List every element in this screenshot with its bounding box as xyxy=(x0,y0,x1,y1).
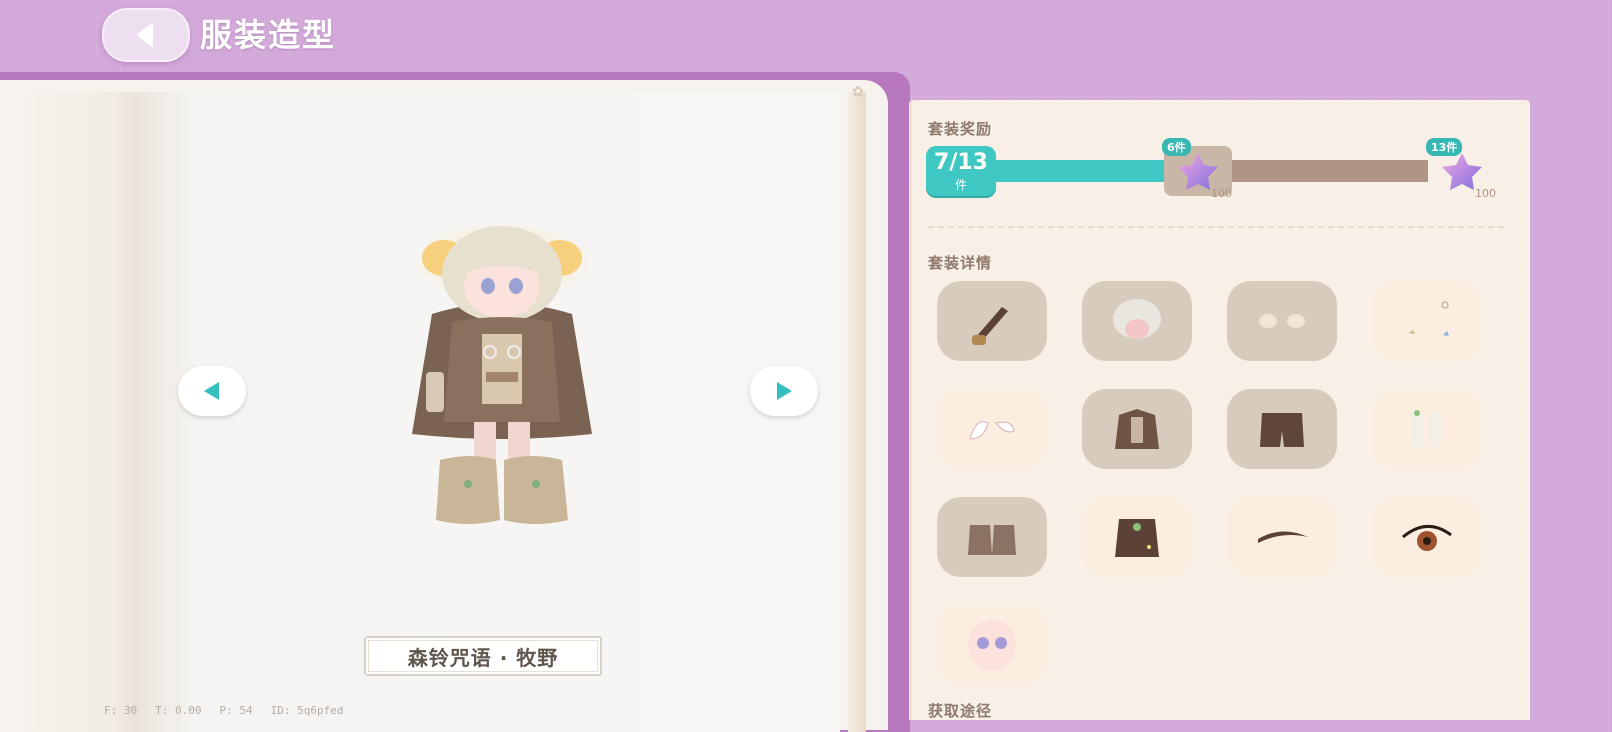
details-section-title: 套装详情 xyxy=(928,254,993,272)
shorts-icon xyxy=(1260,413,1304,447)
face-icon xyxy=(968,619,1016,671)
reward-tier-label: 6件 xyxy=(1162,138,1191,156)
item-coat[interactable] xyxy=(1082,389,1192,469)
reward-tier-label: 13件 xyxy=(1426,138,1463,156)
purple-star-icon xyxy=(1442,153,1482,190)
section-divider xyxy=(928,226,1504,228)
debug-ping: P: 54 xyxy=(219,704,253,717)
item-hair[interactable] xyxy=(1082,281,1192,361)
debug-id: ID: 5q6pfed xyxy=(270,704,344,717)
item-gloves[interactable] xyxy=(1227,281,1337,361)
progress-count-badge: 7/13 件 xyxy=(926,146,996,196)
socks-icon xyxy=(1411,410,1441,447)
hair-icon xyxy=(1113,299,1161,339)
item-shorts[interactable] xyxy=(1227,389,1337,469)
item-accessories[interactable] xyxy=(1372,281,1482,361)
cape-icon xyxy=(1115,519,1159,557)
reward-amount: 100 xyxy=(1475,187,1496,200)
reward-section-title: 套装奖励 xyxy=(928,120,993,138)
item-eyes[interactable] xyxy=(1372,497,1482,577)
previous-outfit-button[interactable] xyxy=(178,366,246,416)
reward-tier-13[interactable]: 13件 100 xyxy=(1426,138,1496,200)
purple-star-icon xyxy=(1178,153,1218,190)
item-ears[interactable] xyxy=(937,389,1047,469)
next-outfit-button[interactable] xyxy=(750,366,818,416)
coat-icon xyxy=(1115,409,1159,449)
debug-info: F: 30 T: 0.00 P: 54 ID: 5q6pfed xyxy=(104,704,343,717)
triangle-left-icon xyxy=(204,382,219,400)
character-model[interactable] xyxy=(392,222,612,552)
item-eyebrows[interactable] xyxy=(1227,497,1337,577)
source-section-title: 获取途径 xyxy=(928,702,993,720)
item-face[interactable] xyxy=(937,605,1047,685)
item-boots[interactable] xyxy=(937,497,1047,577)
debug-time: T: 0.00 xyxy=(155,704,202,717)
eyebrow-icon xyxy=(1258,531,1308,543)
outfit-name-plate: 森铃咒语 · 牧野 xyxy=(364,636,602,676)
eye-icon xyxy=(1402,525,1452,551)
book-spine xyxy=(848,92,866,732)
reward-tier-6[interactable]: 6件 100 xyxy=(1162,138,1232,200)
debug-fps: F: 30 xyxy=(104,704,138,717)
page-title: 服装造型 xyxy=(200,16,337,54)
boots-icon xyxy=(968,525,1016,555)
item-cape[interactable] xyxy=(1082,497,1192,577)
item-weapon-lantern[interactable] xyxy=(937,281,1047,361)
page-corner-icon: ✿ xyxy=(852,84,864,100)
trinket-icon xyxy=(1409,301,1449,336)
progress-count: 7/13 xyxy=(934,150,988,175)
progress-unit: 件 xyxy=(954,178,967,192)
lantern-icon xyxy=(972,307,1008,345)
back-arrow-icon xyxy=(137,23,153,47)
reward-amount: 100 xyxy=(1211,187,1232,200)
back-button[interactable] xyxy=(102,8,190,62)
ears-icon xyxy=(969,421,1015,440)
item-socks[interactable] xyxy=(1372,389,1482,469)
triangle-right-icon xyxy=(777,382,792,400)
gloves-icon xyxy=(1259,314,1305,328)
book-left-page xyxy=(0,92,140,732)
